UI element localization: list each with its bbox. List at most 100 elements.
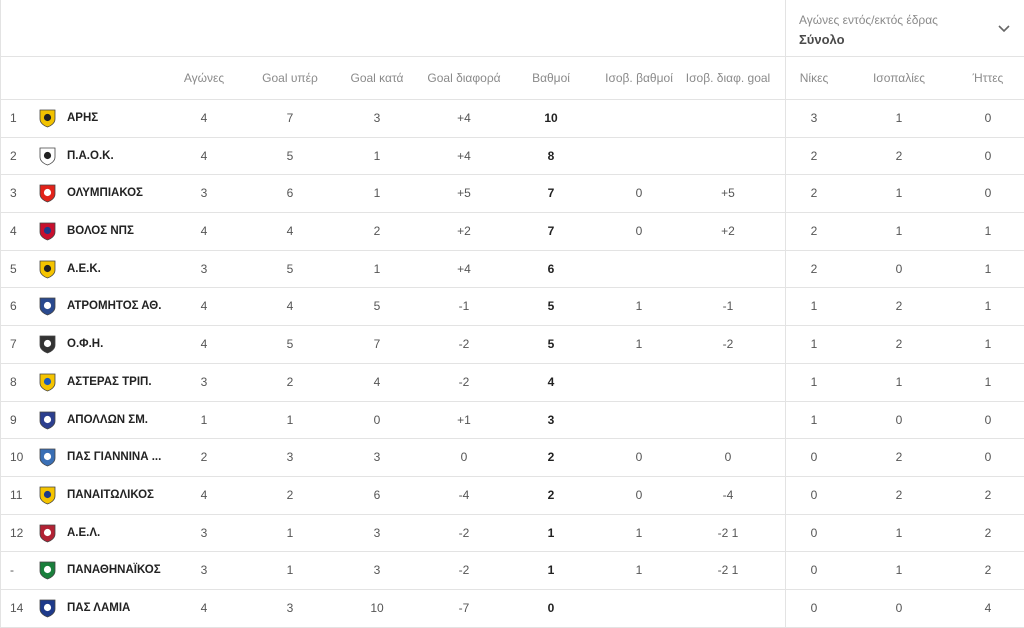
team-name[interactable]: Ο.Φ.Η. (67, 326, 177, 363)
table-row[interactable]: - ΠΑΝΑΘΗΝΑΪΚΟΣ 3 1 3 -2 1 1 -2 1 0 1 2 (1, 552, 1024, 590)
losses-cell: 0 (984, 148, 992, 163)
played-cell: 4 (200, 600, 208, 615)
losses-cell: 1 (984, 224, 992, 239)
wins-cell: 0 (810, 487, 818, 502)
h2h-points-cell: 1 (635, 525, 643, 540)
table-row[interactable]: 5 Α.Ε.Κ. 3 5 1 +4 6 2 0 1 (1, 251, 1024, 289)
team-name[interactable]: ΑΡΗΣ (67, 100, 177, 137)
played-cell: 2 (200, 450, 208, 465)
header-losses[interactable]: Ήττες (961, 57, 1015, 100)
header-played[interactable]: Αγώνες (179, 57, 229, 100)
wins-cell: 0 (810, 525, 818, 540)
goal-diff-cell: +2 (457, 224, 471, 239)
h2h-points-cell: 0 (635, 487, 643, 502)
h2h-points-cell (597, 100, 681, 137)
draws-cell: 2 (895, 337, 903, 352)
h2h-points-cell: 1 (635, 299, 643, 314)
goals-for-cell: 1 (286, 563, 294, 578)
header-goals-against[interactable]: Goal κατά (347, 57, 407, 100)
table-row[interactable]: 3 ΟΛΥΜΠΙΑΚΟΣ 3 6 1 +5 7 0 +5 2 1 0 (1, 175, 1024, 214)
table-row[interactable]: 4 ΒΟΛΟΣ ΝΠΣ 4 4 2 +2 7 0 +2 2 1 1 (1, 213, 1024, 251)
goals-against-cell: 3 (373, 111, 381, 125)
table-row[interactable]: 9 ΑΠΟΛΛΩΝ ΣΜ. 1 1 0 +1 3 1 0 0 (1, 402, 1024, 440)
rank-cell: 9 (10, 412, 17, 427)
table-row[interactable]: 10 ΠΑΣ ΓΙΑΝΝΙΝΑ ... 2 3 3 0 2 0 0 0 2 0 (1, 439, 1024, 477)
draws-cell: 0 (895, 412, 903, 427)
table-row[interactable]: 11 ΠΑΝΑΙΤΩΛΙΚΟΣ 4 2 6 -4 2 0 -4 0 2 2 (1, 477, 1024, 515)
goals-for-cell: 3 (286, 450, 294, 465)
team-name[interactable]: ΟΛΥΜΠΙΑΚΟΣ (67, 175, 177, 212)
table-header: Αγώνες Goal υπέρ Goal κατά Goal διαφορά … (1, 57, 1024, 100)
header-wins[interactable]: Νίκες (789, 57, 839, 100)
points-cell: 0 (547, 600, 555, 615)
standings-table: Αγώνες εντός/εκτός έδρας Σύνολο Αγώνες G… (0, 0, 1024, 628)
points-cell: 3 (547, 412, 555, 427)
h2h-goal-diff-cell (683, 402, 773, 439)
h2h-goal-diff-cell: -2 1 (717, 563, 739, 578)
h2h-points-cell (597, 590, 681, 627)
team-name[interactable]: Π.Α.Ο.Κ. (67, 138, 177, 175)
h2h-goal-diff-cell: +2 (721, 224, 735, 239)
table-row[interactable]: 1 ΑΡΗΣ 4 7 3 +4 10 3 1 0 (1, 100, 1024, 138)
h2h-goal-diff-cell (683, 590, 773, 627)
team-name[interactable]: Α.Ε.Κ. (67, 251, 177, 288)
home-away-filter-dropdown[interactable]: Αγώνες εντός/εκτός έδρας Σύνολο (785, 0, 1024, 57)
team-name[interactable]: ΠΑΝΑΘΗΝΑΪΚΟΣ (67, 552, 177, 589)
goal-diff-cell: +1 (457, 412, 471, 427)
table-row[interactable]: 14 ΠΑΣ ΛΑΜΙΑ 4 3 10 -7 0 0 0 4 (1, 590, 1024, 628)
table-row[interactable]: 2 Π.Α.Ο.Κ. 4 5 1 +4 8 2 2 0 (1, 138, 1024, 176)
rank-cell: 10 (10, 450, 24, 465)
goals-against-cell: 2 (373, 224, 381, 239)
team-name[interactable]: ΑΤΡΟΜΗΤΟΣ ΑΘ. (67, 288, 177, 325)
points-cell: 10 (544, 111, 558, 125)
wins-cell: 2 (810, 148, 818, 163)
points-cell: 1 (547, 563, 555, 578)
filter-row: Αγώνες εντός/εκτός έδρας Σύνολο (1, 0, 1024, 57)
goals-against-cell: 1 (373, 148, 381, 163)
draws-cell: 2 (895, 450, 903, 465)
table-row[interactable]: 6 ΑΤΡΟΜΗΤΟΣ ΑΘ. 4 4 5 -1 5 1 -1 1 2 1 (1, 288, 1024, 327)
volos-crest-icon (39, 222, 56, 241)
points-cell: 2 (547, 450, 555, 465)
points-cell: 2 (547, 487, 555, 502)
header-goals-for[interactable]: Goal υπέρ (259, 57, 321, 100)
chevron-down-icon[interactable] (998, 24, 1010, 34)
h2h-goal-diff-cell: -2 1 (717, 525, 739, 540)
header-h2h-goal-diff[interactable]: Ισοβ. διαφ. goal (683, 57, 773, 100)
goal-diff-cell: +4 (457, 261, 471, 276)
points-cell: 8 (547, 148, 555, 163)
team-name[interactable]: ΑΣΤΕΡΑΣ ΤΡΙΠ. (67, 364, 177, 401)
header-points[interactable]: Βαθμοί (521, 57, 581, 100)
table-row[interactable]: 12 Α.Ε.Λ. 3 1 3 -2 1 1 -2 1 0 1 2 (1, 515, 1024, 553)
draws-cell: 1 (895, 111, 903, 125)
goals-against-cell: 10 (370, 600, 384, 615)
rank-cell: - (10, 563, 14, 578)
goals-for-cell: 5 (286, 337, 294, 352)
rank-cell: 11 (10, 487, 23, 502)
header-draws[interactable]: Ισοπαλίες (863, 57, 935, 100)
goals-against-cell: 0 (373, 412, 381, 427)
goal-diff-cell: +5 (457, 186, 471, 201)
points-cell: 1 (547, 525, 555, 540)
h2h-points-cell: 1 (635, 563, 643, 578)
team-name[interactable]: ΑΠΟΛΛΩΝ ΣΜ. (67, 402, 177, 439)
rank-cell: 4 (10, 224, 17, 239)
played-cell: 3 (200, 374, 208, 389)
table-row[interactable]: 8 ΑΣΤΕΡΑΣ ΤΡΙΠ. 3 2 4 -2 4 1 1 1 (1, 364, 1024, 402)
header-h2h-points[interactable]: Ισοβ. βαθμοί (597, 57, 681, 100)
team-name[interactable]: ΠΑΣ ΛΑΜΙΑ (67, 590, 177, 627)
header-goal-diff[interactable]: Goal διαφορά (421, 57, 507, 100)
wins-cell: 1 (810, 374, 818, 389)
h2h-goal-diff-cell (683, 138, 773, 175)
rank-cell: 8 (10, 374, 17, 389)
rank-cell: 7 (10, 337, 17, 352)
team-name[interactable]: ΒΟΛΟΣ ΝΠΣ (67, 213, 177, 250)
played-cell: 1 (200, 412, 208, 427)
team-name[interactable]: ΠΑΣ ΓΙΑΝΝΙΝΑ ... (67, 439, 177, 476)
h2h-points-cell: 1 (635, 337, 643, 352)
losses-cell: 1 (984, 374, 992, 389)
team-name[interactable]: ΠΑΝΑΙΤΩΛΙΚΟΣ (67, 477, 177, 514)
team-name[interactable]: Α.Ε.Λ. (67, 515, 177, 552)
table-row[interactable]: 7 Ο.Φ.Η. 4 5 7 -2 5 1 -2 1 2 1 (1, 326, 1024, 364)
goals-for-cell: 2 (286, 487, 294, 502)
